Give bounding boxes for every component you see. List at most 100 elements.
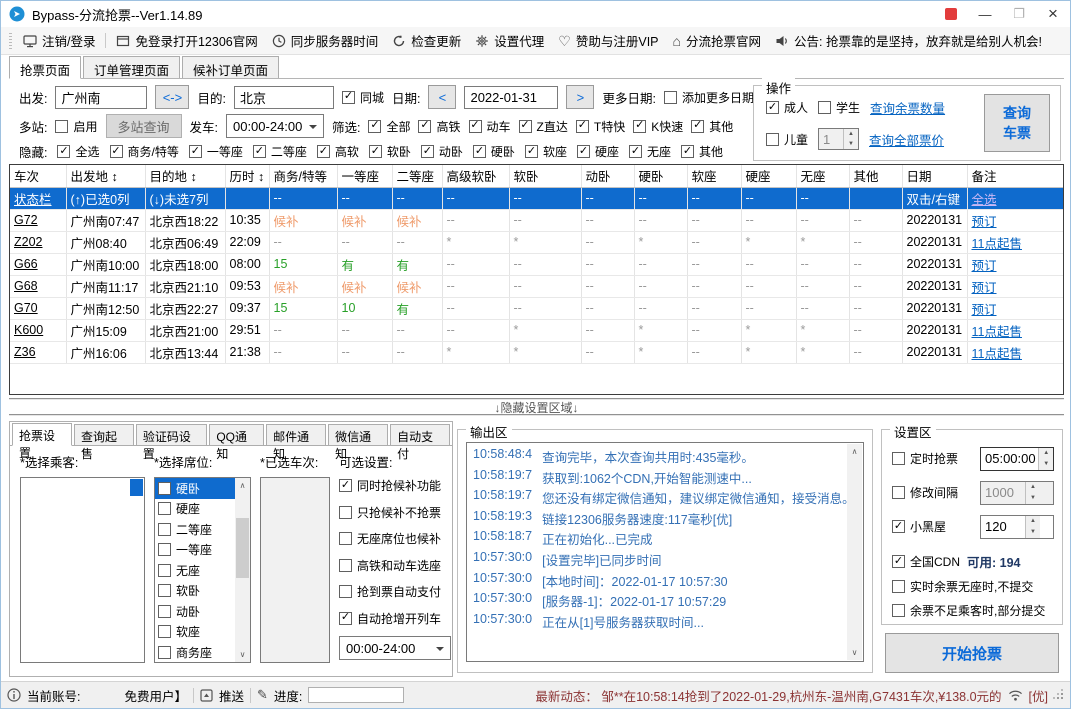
toolbar-item-7[interactable]: 公告: 抢票靠的是坚持，放弃就是给别人机会! (768, 29, 1049, 53)
settings-tab-6[interactable]: 自动支付 (390, 424, 451, 461)
query-all-price-link[interactable]: 查询全部票价 (869, 130, 944, 149)
status-cell-0[interactable]: 状态栏 (10, 187, 67, 210)
date-next-button[interactable]: > (566, 85, 595, 109)
depart-time-select[interactable]: 00:00-24:00 (225, 114, 324, 138)
interval-stepper[interactable]: 1000 ▲ ▼ (980, 480, 1054, 505)
seat-item-5[interactable]: 软卧 (155, 581, 235, 602)
main-tab-0[interactable]: 抢票页面 (9, 56, 82, 79)
grab-time-range-select[interactable]: 00:00-24:00 (339, 636, 451, 660)
stepper-arrows-icon[interactable]: ▲ ▼ (1038, 447, 1053, 470)
filter-checkbox-1[interactable]: 高铁 (418, 118, 461, 135)
student-checkbox[interactable]: 学生 (818, 99, 860, 116)
chosen-train-listbox[interactable] (260, 477, 330, 663)
titlebar-red-icon[interactable] (934, 1, 968, 27)
stepper-arrows-icon[interactable]: ▲ ▼ (843, 129, 859, 149)
column-header-2[interactable]: 目的地 ↕ (145, 165, 226, 188)
cell-车次[interactable]: Z36 (10, 341, 67, 364)
cell-车次[interactable]: Z202 (10, 231, 67, 254)
query-ticket-button[interactable]: 查询 车票 (984, 94, 1050, 152)
cell-备注[interactable]: 预订 (967, 297, 1063, 320)
scroll-up-icon[interactable]: ∧ (852, 447, 858, 456)
grab-option-checkbox-2[interactable]: 无座席位也候补 (339, 530, 451, 547)
seat-checkbox-8[interactable] (158, 645, 171, 659)
dest-input[interactable] (233, 85, 334, 109)
train-row-Z202[interactable]: Z202 广州08:40 北京西06:49 22:09 -- -- -- * * -- * -- * * -… (10, 231, 1063, 254)
filter-checkbox-3[interactable]: Z直达 (518, 118, 568, 135)
column-header-8[interactable]: 软卧 (509, 165, 582, 188)
child-checkbox[interactable]: 儿童 (766, 131, 808, 148)
toolbar-item-4[interactable]: 设置代理 (468, 29, 551, 53)
grab-option-checkbox-3[interactable]: 高铁和动车选座 (339, 557, 451, 574)
stepper-arrows-icon[interactable]: ▲ ▼ (1025, 515, 1040, 538)
train-row-K600[interactable]: K600 广州15:09 北京西21:00 29:51 -- -- -- -- * -- * -- * *… (10, 319, 1063, 342)
grab-option-checkbox-1[interactable]: 只抢候补不抢票 (339, 504, 451, 521)
cell-备注[interactable]: 预订 (967, 209, 1063, 232)
column-header-0[interactable]: 车次 (10, 165, 67, 188)
query-seat-count-link[interactable]: 查询余票数量 (870, 98, 945, 117)
column-header-3[interactable]: 历时 ↕ (225, 165, 270, 188)
cell-备注[interactable]: 预订 (967, 253, 1063, 276)
seat-item-9[interactable]: 特等座 (155, 663, 235, 664)
scroll-down-icon[interactable]: ∨ (852, 648, 858, 657)
hide-checkbox-11[interactable]: 其他 (680, 143, 723, 160)
same-city-checkbox[interactable]: 同城 (341, 89, 384, 106)
hide-checkbox-4[interactable]: 高软 (316, 143, 359, 160)
cdn-checkbox[interactable]: 全国CDN (892, 553, 960, 570)
filter-checkbox-6[interactable]: 其他 (691, 118, 733, 135)
minimize-button[interactable]: — (968, 1, 1002, 27)
cell-车次[interactable]: G68 (10, 275, 67, 298)
toolbar-item-5[interactable]: ♡ 赞助与注册VIP (551, 29, 665, 53)
swap-button[interactable]: <-> (155, 85, 190, 109)
settings-tab-3[interactable]: QQ通知 (209, 424, 265, 461)
column-header-5[interactable]: 一等座 (337, 165, 393, 188)
interval-checkbox[interactable]: 修改间隔 (892, 484, 958, 501)
cell-备注[interactable]: 11点起售 (967, 341, 1063, 364)
status-cell-16[interactable]: 全选 (967, 187, 1063, 210)
column-header-15[interactable]: 日期 (902, 165, 968, 188)
resize-grip[interactable] (1054, 690, 1064, 700)
settings-tab-0[interactable]: 抢票设置 (12, 423, 72, 460)
seat-checkbox-7[interactable] (158, 625, 171, 639)
adult-checkbox[interactable]: 成人 (766, 99, 808, 116)
seat-checkbox-0[interactable] (158, 481, 171, 495)
push-label[interactable]: 推送 (219, 686, 244, 705)
grab-option-checkbox-0[interactable]: 同时抢候补功能 (339, 477, 451, 494)
hide-checkbox-3[interactable]: 二等座 (252, 143, 307, 160)
hide-checkbox-0[interactable]: 全选 (57, 143, 100, 160)
stepper-arrows-icon[interactable]: ▲ ▼ (1025, 481, 1040, 504)
scroll-thumb[interactable] (236, 518, 249, 578)
timed-grab-stepper[interactable]: 05:00:00 ▲ ▼ (980, 446, 1054, 471)
hide-checkbox-10[interactable]: 无座 (628, 143, 671, 160)
partial-submit-checkbox[interactable]: 余票不足乘客时,部分提交 (892, 602, 1045, 619)
train-row-G68[interactable]: G68 广州南11:17 北京西21:10 09:53 候补 候补 候补 -- -- -- -- --… (10, 275, 1063, 298)
filter-checkbox-2[interactable]: 动车 (468, 118, 511, 135)
main-tab-2[interactable]: 候补订单页面 (182, 56, 280, 78)
column-header-11[interactable]: 软座 (687, 165, 742, 188)
column-header-12[interactable]: 硬座 (741, 165, 797, 188)
scroll-up-icon[interactable]: ∧ (240, 481, 246, 490)
settings-tab-1[interactable]: 查询起售 (73, 424, 134, 461)
blackroom-stepper[interactable]: 120 ▲ ▼ (980, 514, 1054, 539)
settings-tab-2[interactable]: 验证码设置 (135, 424, 208, 461)
train-row-G72[interactable]: G72 广州南07:47 北京西18:22 10:35 候补 候补 候补 -- -- -- -- --… (10, 209, 1063, 232)
cell-备注[interactable]: 预订 (967, 275, 1063, 298)
seat-item-8[interactable]: 商务座 (155, 642, 235, 662)
seat-checkbox-3[interactable] (158, 543, 171, 557)
date-input[interactable] (464, 85, 559, 109)
child-count-stepper[interactable]: 1 ▲ ▼ (818, 128, 860, 150)
filter-checkbox-0[interactable]: 全部 (368, 118, 410, 135)
multi-query-button[interactable]: 多站查询 (105, 114, 182, 138)
column-header-7[interactable]: 高级软卧 (442, 165, 510, 188)
toolbar-item-6[interactable]: ⌂ 分流抢票官网 (666, 29, 768, 53)
settings-tab-4[interactable]: 邮件通知 (266, 424, 327, 461)
cell-车次[interactable]: G70 (10, 297, 67, 320)
toolbar-item-0[interactable]: 注销/登录 (16, 29, 102, 53)
hide-checkbox-9[interactable]: 硬座 (576, 143, 619, 160)
scroll-down-icon[interactable]: ∨ (240, 650, 246, 659)
no-seat-no-submit-checkbox[interactable]: 实时余票无座时,不提交 (892, 578, 1033, 595)
toolbar-item-2[interactable]: 同步服务器时间 (265, 29, 386, 53)
column-header-9[interactable]: 动卧 (581, 165, 635, 188)
seat-item-1[interactable]: 硬座 (155, 499, 235, 520)
hide-checkbox-6[interactable]: 动卧 (420, 143, 463, 160)
output-scrollbar[interactable]: ∧ ∨ (847, 444, 862, 660)
